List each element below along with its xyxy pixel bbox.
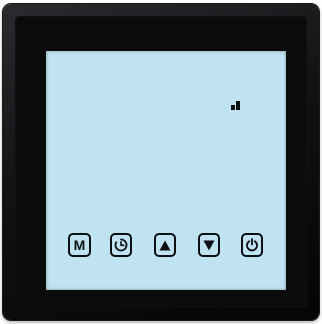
down-button[interactable] [198,233,220,257]
clock-icon [114,238,128,252]
touch-button-row: M [68,233,278,261]
power-button[interactable] [241,233,263,257]
signal-strength-icon [231,98,247,110]
signal-bar [231,105,235,110]
mode-button-label: M [73,237,86,253]
up-button[interactable] [154,233,176,257]
timer-button[interactable] [110,233,132,257]
arrow-down-icon [203,240,215,250]
arrow-up-icon [159,240,171,250]
mode-button[interactable]: M [68,233,91,257]
power-icon [246,238,258,252]
signal-bar [236,101,240,110]
lcd-screen: M [46,51,286,290]
thermostat-device: M [3,4,319,320]
